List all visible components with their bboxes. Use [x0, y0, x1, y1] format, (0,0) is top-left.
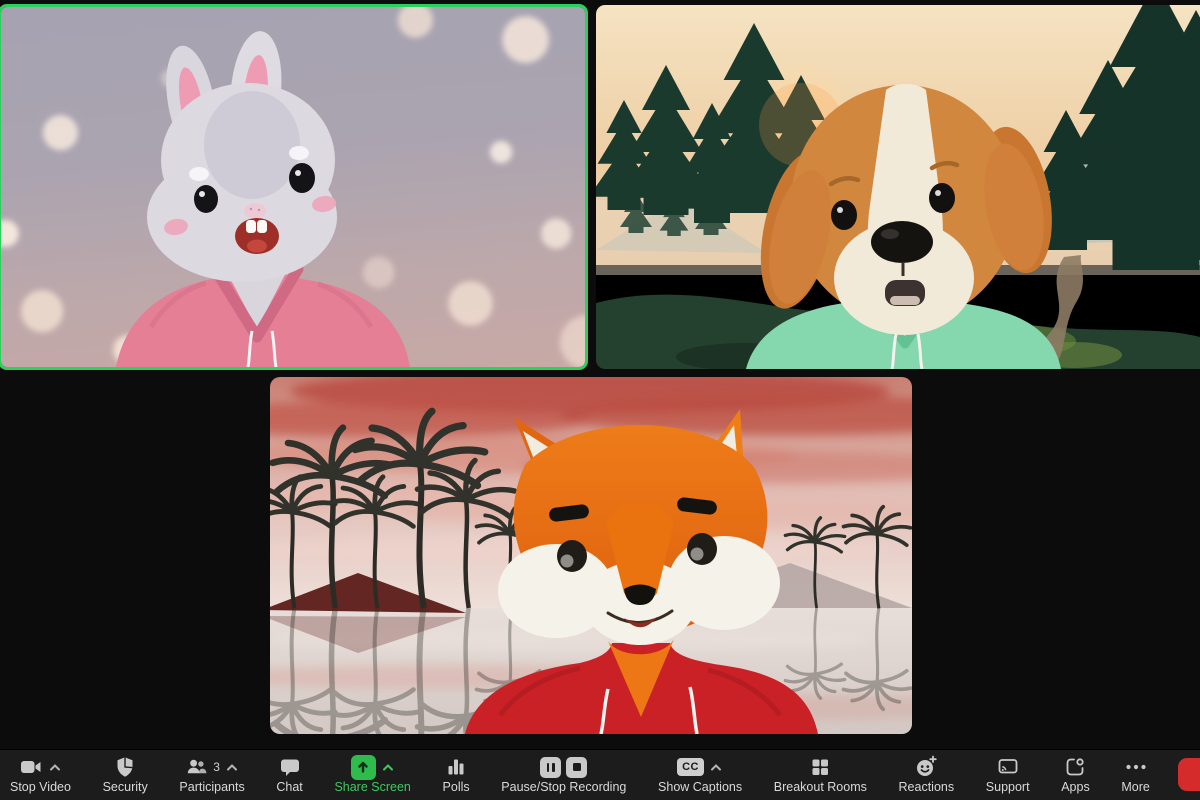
- share-up-arrow-icon: [351, 755, 376, 780]
- reactions-button[interactable]: Reactions: [895, 750, 959, 800]
- support-button[interactable]: Support: [982, 750, 1034, 800]
- polls-button[interactable]: Polls: [439, 750, 474, 800]
- chevron-up-icon[interactable]: [709, 761, 723, 773]
- screen-cast-icon: [996, 755, 1020, 779]
- support-label: Support: [986, 781, 1030, 794]
- stop-icon: [566, 757, 587, 778]
- closed-captions-icon: CC: [677, 758, 704, 776]
- meeting-toolbar: Stop Video Security 3: [0, 749, 1200, 800]
- bar-chart-icon: [444, 755, 468, 779]
- smiley-plus-icon: [914, 755, 938, 779]
- apps-label: Apps: [1061, 781, 1090, 794]
- chevron-up-icon[interactable]: [381, 761, 395, 773]
- zoom-meeting-window: Stop Video Security 3: [0, 0, 1200, 800]
- chat-bubble-icon: [278, 755, 302, 779]
- ellipsis-icon: [1124, 755, 1148, 779]
- chat-button[interactable]: Chat: [272, 750, 306, 800]
- more-button[interactable]: More: [1117, 750, 1153, 800]
- shield-icon: [113, 755, 137, 779]
- breakout-rooms-label: Breakout Rooms: [774, 781, 867, 794]
- apps-button[interactable]: Apps: [1057, 750, 1094, 800]
- apps-icon: [1063, 755, 1087, 779]
- stop-video-label: Stop Video: [10, 781, 71, 794]
- tropical-background: [270, 377, 912, 734]
- pause-stop-recording-button[interactable]: Pause/Stop Recording: [497, 750, 630, 800]
- video-tile-dog[interactable]: [596, 5, 1200, 369]
- chevron-up-icon[interactable]: [225, 761, 239, 773]
- more-label: More: [1121, 781, 1149, 794]
- chat-label: Chat: [276, 781, 302, 794]
- pause-stop-recording-label: Pause/Stop Recording: [501, 781, 626, 794]
- people-icon: [185, 755, 209, 779]
- show-captions-button[interactable]: CC Show Captions: [654, 750, 746, 800]
- security-label: Security: [103, 781, 148, 794]
- participants-button[interactable]: 3 Participants: [175, 750, 248, 800]
- security-button[interactable]: Security: [99, 750, 152, 800]
- participants-label: Participants: [179, 781, 244, 794]
- video-tile-fox[interactable]: [270, 377, 912, 734]
- end-meeting-button[interactable]: [1178, 758, 1200, 791]
- stop-video-button[interactable]: Stop Video: [6, 750, 75, 800]
- show-captions-label: Show Captions: [658, 781, 742, 794]
- grid-icon: [808, 755, 832, 779]
- video-tile-bunny[interactable]: [0, 4, 588, 370]
- video-camera-icon: [19, 755, 43, 779]
- participants-count-badge: 3: [213, 760, 220, 774]
- breakout-rooms-button[interactable]: Breakout Rooms: [770, 750, 871, 800]
- bokeh-background: [0, 4, 588, 370]
- pause-icon: [540, 757, 561, 778]
- reactions-label: Reactions: [899, 781, 955, 794]
- share-screen-label: Share Screen: [334, 781, 410, 794]
- polls-label: Polls: [443, 781, 470, 794]
- share-screen-button[interactable]: Share Screen: [330, 750, 414, 800]
- chevron-up-icon[interactable]: [48, 761, 62, 773]
- forest-background: [596, 5, 1200, 369]
